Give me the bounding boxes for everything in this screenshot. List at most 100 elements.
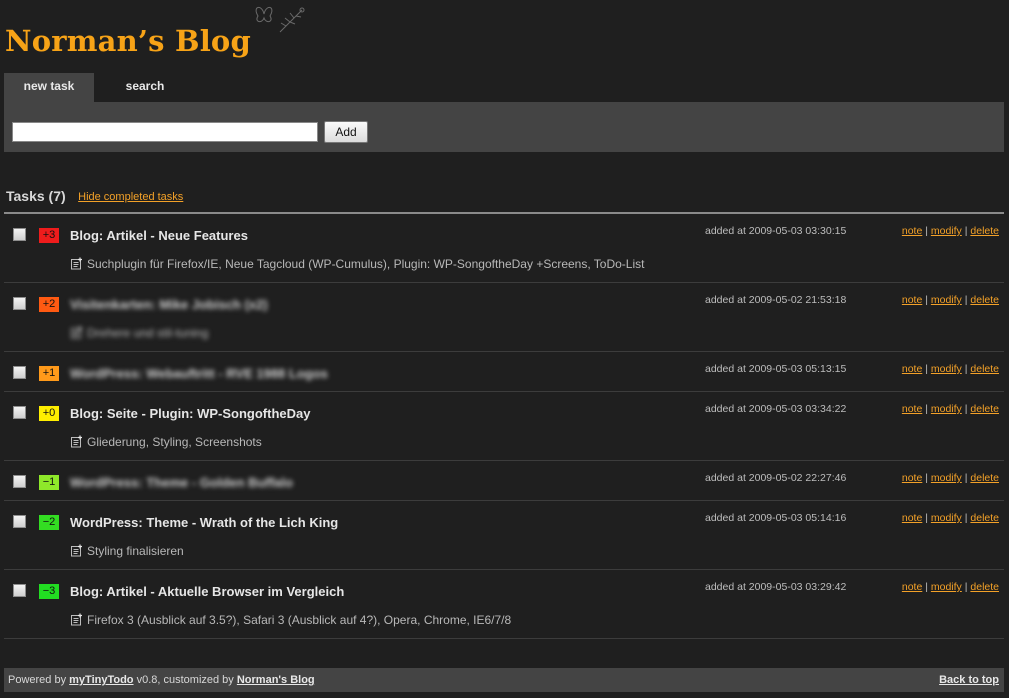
task-note-text: Drehere und stil-tuning — [87, 326, 209, 340]
modify-link[interactable]: modify — [931, 581, 962, 593]
task-note-text: Gliederung, Styling, Screenshots — [87, 435, 262, 449]
tasks-count-title: Tasks (7) — [6, 188, 66, 204]
task-row: +1 WordPress: Webauftritt - RVE 1988 Logo… — [4, 352, 1004, 392]
priority-badge: +3 — [39, 228, 59, 243]
task-row: +0 Blog: Seite - Plugin: WP-SongoftheDay G… — [4, 392, 1004, 461]
task-actions: note | modify | delete — [902, 363, 999, 375]
task-row: +3 Blog: Artikel - Neue Features Suchplugi… — [4, 214, 1004, 283]
delete-link[interactable]: delete — [970, 363, 999, 375]
note-link[interactable]: note — [902, 403, 922, 415]
task-actions: note | modify | delete — [902, 294, 999, 306]
blog-link[interactable]: Norman's Blog — [237, 674, 315, 686]
task-list: +3 Blog: Artikel - Neue Features Suchplugi… — [4, 214, 1004, 639]
task-actions: note | modify | delete — [902, 403, 999, 415]
version-text: v0.8, customized by — [133, 674, 237, 686]
separator: | — [925, 363, 928, 375]
butterfly-icon — [255, 7, 305, 33]
add-task-button[interactable]: Add — [324, 121, 368, 143]
task-title: Visitenkarten: Mike Jobisch (x2) — [70, 297, 268, 312]
separator: | — [964, 363, 968, 375]
separator: | — [925, 225, 928, 237]
task-row: −1 WordPress: Theme - Golden Buffalo added… — [4, 461, 1004, 501]
modify-link[interactable]: modify — [931, 225, 962, 237]
separator: | — [964, 225, 968, 237]
task-checkbox[interactable] — [13, 297, 26, 310]
task-added-date: added at 2009-05-03 05:14:16 — [705, 512, 847, 524]
priority-badge: −1 — [39, 475, 59, 490]
powered-by-text: Powered by — [8, 674, 70, 686]
note-icon — [70, 435, 83, 451]
task-added-date: added at 2009-05-02 21:53:18 — [705, 294, 847, 306]
separator: | — [964, 512, 968, 524]
task-note: Styling finalisieren — [70, 544, 184, 560]
task-actions: note | modify | delete — [902, 472, 999, 484]
task-checkbox[interactable] — [13, 228, 26, 241]
hide-completed-link[interactable]: Hide completed tasks — [78, 191, 183, 203]
note-link[interactable]: note — [902, 472, 922, 484]
back-to-top-link[interactable]: Back to top — [939, 668, 999, 692]
separator: | — [964, 294, 968, 306]
site-header: Norman’s Blog — [4, 0, 324, 70]
separator: | — [925, 581, 928, 593]
task-note: Suchplugin für Firefox/IE, Neue Tagcloud… — [70, 257, 644, 273]
modify-link[interactable]: modify — [931, 403, 962, 415]
note-link[interactable]: note — [902, 581, 922, 593]
note-icon — [70, 257, 83, 273]
delete-link[interactable]: delete — [970, 581, 999, 593]
task-added-date: added at 2009-05-03 03:34:22 — [705, 403, 847, 415]
new-task-input[interactable] — [12, 122, 318, 142]
separator: | — [925, 472, 928, 484]
modify-link[interactable]: modify — [931, 294, 962, 306]
modify-link[interactable]: modify — [931, 363, 962, 375]
task-checkbox[interactable] — [13, 366, 26, 379]
modify-link[interactable]: modify — [931, 512, 962, 524]
separator: | — [964, 403, 968, 415]
task-checkbox[interactable] — [13, 515, 26, 528]
task-title: WordPress: Theme - Wrath of the Lich Kin… — [70, 515, 339, 530]
delete-link[interactable]: delete — [970, 294, 999, 306]
task-checkbox[interactable] — [13, 406, 26, 419]
note-icon — [70, 326, 83, 342]
tab-search[interactable]: search — [104, 73, 186, 102]
task-title: WordPress: Webauftritt - RVE 1988 Logos — [70, 366, 328, 381]
task-note-text: Suchplugin für Firefox/IE, Neue Tagcloud… — [87, 257, 645, 271]
note-link[interactable]: note — [902, 225, 922, 237]
separator: | — [925, 294, 928, 306]
priority-badge: +2 — [39, 297, 59, 312]
task-row: −2 WordPress: Theme - Wrath of the Lich K… — [4, 501, 1004, 570]
priority-badge: −2 — [39, 515, 59, 530]
task-added-date: added at 2009-05-03 05:13:15 — [705, 363, 847, 375]
task-note: Drehere und stil-tuning — [70, 326, 208, 342]
task-note-text: Styling finalisieren — [87, 544, 184, 558]
note-link[interactable]: note — [902, 363, 922, 375]
priority-badge: −3 — [39, 584, 59, 599]
task-added-date: added at 2009-05-03 03:30:15 — [705, 225, 847, 237]
footer-credits: Powered by myTinyTodo v0.8, customized b… — [8, 668, 315, 692]
task-checkbox[interactable] — [13, 584, 26, 597]
note-icon — [70, 544, 83, 560]
priority-badge: +0 — [39, 406, 59, 421]
note-icon — [70, 613, 83, 629]
priority-badge: +1 — [39, 366, 59, 381]
new-task-panel: Add — [4, 102, 1004, 152]
task-title: Blog: Artikel - Neue Features — [70, 228, 248, 243]
task-checkbox[interactable] — [13, 475, 26, 488]
tab-bar: new task search — [4, 73, 304, 102]
delete-link[interactable]: delete — [970, 472, 999, 484]
delete-link[interactable]: delete — [970, 403, 999, 415]
task-title: Blog: Artikel - Aktuelle Browser im Verg… — [70, 584, 345, 599]
delete-link[interactable]: delete — [970, 512, 999, 524]
tab-new-task[interactable]: new task — [4, 73, 94, 102]
modify-link[interactable]: modify — [931, 472, 962, 484]
mytinytodo-link[interactable]: myTinyTodo — [69, 674, 133, 686]
delete-link[interactable]: delete — [970, 225, 999, 237]
separator: | — [925, 403, 928, 415]
task-title: Blog: Seite - Plugin: WP-SongoftheDay — [70, 406, 311, 421]
site-logo[interactable]: Norman’s Blog — [5, 24, 251, 58]
note-link[interactable]: note — [902, 512, 922, 524]
footer: Powered by myTinyTodo v0.8, customized b… — [4, 668, 1004, 692]
task-row: +2 Visitenkarten: Mike Jobisch (x2) Dreher… — [4, 283, 1004, 352]
task-note-text: Firefox 3 (Ausblick auf 3.5?), Safari 3 … — [87, 613, 512, 627]
note-link[interactable]: note — [902, 294, 922, 306]
task-actions: note | modify | delete — [902, 225, 999, 237]
